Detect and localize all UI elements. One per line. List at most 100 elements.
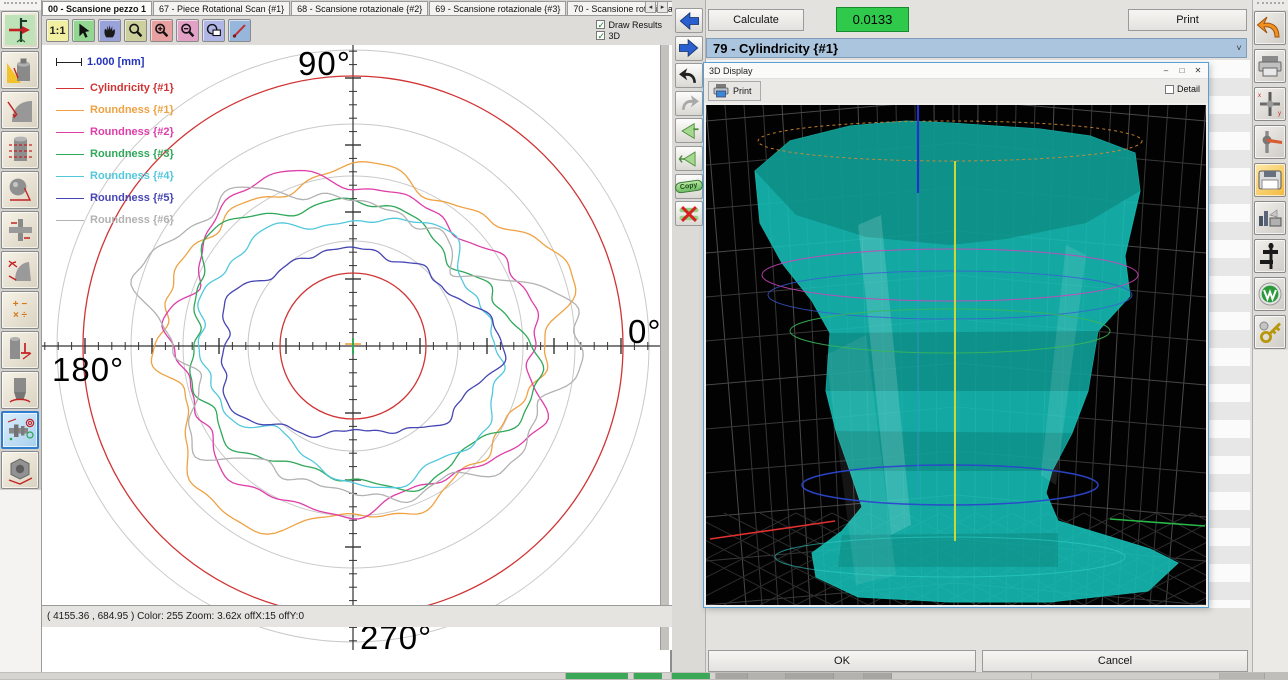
draw-results-label: Draw Results: [608, 20, 662, 30]
select-cursor-button[interactable]: [72, 19, 95, 42]
sphere-measure-icon[interactable]: [1, 171, 39, 209]
scale-bar-icon: [56, 58, 82, 66]
taskbar-segment[interactable]: [566, 673, 628, 679]
zoom-tool-button[interactable]: [124, 19, 147, 42]
tab-scan-3[interactable]: 69 - Scansione rotazionale {#3}: [429, 1, 566, 15]
nut-feature-icon[interactable]: [1, 451, 39, 489]
chevron-down-icon[interactable]: ˅: [1232, 43, 1246, 53]
status-text: ( 4155.36 , 684.95 ) Color: 255 Zoom: 3.…: [47, 611, 304, 622]
column-clamp-icon[interactable]: [1254, 239, 1286, 273]
perpendicularity-icon[interactable]: [1, 331, 39, 369]
maximize-icon[interactable]: □: [1175, 65, 1189, 77]
zoom-1to1-button[interactable]: 1:1: [46, 19, 69, 42]
zoom-in-button[interactable]: [150, 19, 173, 42]
legend-color-swatch: [56, 220, 84, 221]
license-key-icon[interactable]: [1254, 315, 1286, 349]
tab-scan-0[interactable]: 00 - Scansione pezzo 1: [42, 1, 152, 15]
line-profile-button[interactable]: [228, 19, 251, 42]
taskbar-segment[interactable]: [748, 673, 786, 679]
play-back-icon[interactable]: [675, 118, 703, 143]
taper-measure-icon[interactable]: [1, 371, 39, 409]
minimize-icon[interactable]: –: [1159, 65, 1173, 77]
dialog-titlebar[interactable]: 3D Display – □ ✕: [704, 63, 1208, 79]
measurement-selector[interactable]: 79 - Cylindricity {#1} ˅: [706, 38, 1247, 58]
cylinder-scan-icon[interactable]: [1, 131, 39, 169]
detail-option: . Detail: [1165, 84, 1200, 94]
angle-label-90: 90°: [298, 45, 351, 83]
dialog-print-button[interactable]: Print: [708, 81, 761, 101]
printer-icon: [713, 84, 729, 98]
copy-label: Copy: [675, 179, 704, 194]
taskbar-segment[interactable]: [0, 673, 566, 679]
taskbar-segment[interactable]: [1032, 673, 1220, 679]
zoom-region-button[interactable]: [202, 19, 225, 42]
plot-legend: 1.000 [mm] Cylindricity {#1} Roundness {#…: [56, 55, 174, 231]
status-bar: ( 4155.36 , 684.95 ) Color: 255 Zoom: 3.…: [42, 605, 672, 627]
legend-item-6: Roundness {#6}: [56, 209, 174, 231]
plot-panel: 00 - Scansione pezzo 167 - Piece Rotatio…: [42, 0, 672, 672]
copy-icon[interactable]: Copy: [675, 174, 703, 199]
tab-scan-1[interactable]: 67 - Piece Rotational Scan {#1}: [153, 1, 290, 15]
probe-tool-icon[interactable]: [1, 11, 39, 49]
3d-display-dialog: 3D Display – □ ✕ Print . Detail: [703, 62, 1209, 608]
3d-viewport[interactable]: [706, 105, 1206, 605]
taskbar-segment[interactable]: [672, 673, 710, 679]
print-report-icon[interactable]: [1254, 49, 1286, 83]
zoom-out-button[interactable]: [176, 19, 199, 42]
roundness-cylindricity-icon[interactable]: [1, 411, 39, 449]
legend-item-label: Cylindricity {#1}: [90, 82, 174, 94]
taskbar-segment[interactable]: [892, 673, 1032, 679]
angle-label-180: 180°: [52, 351, 124, 389]
application-window: + − × ÷ 00 - Scansione pezzo 167 - Piece…: [0, 0, 1288, 680]
profile-measure-icon[interactable]: [1, 91, 39, 129]
taskbar-segment[interactable]: [864, 673, 892, 679]
math-functions-icon[interactable]: + − × ÷: [1, 291, 39, 329]
nav-back-icon[interactable]: [675, 8, 703, 33]
legend-color-swatch: [56, 176, 84, 177]
taskbar-segment[interactable]: [1220, 673, 1265, 679]
polar-plot-area[interactable]: 1.000 [mm] Cylindricity {#1} Roundness {#…: [42, 45, 672, 650]
taskbar-segment[interactable]: [786, 673, 834, 679]
tab-scan-2[interactable]: 68 - Scansione rotazionale {#2}: [291, 1, 428, 15]
legend-item-0: Cylindricity {#1}: [56, 77, 174, 99]
legend-color-swatch: [56, 198, 84, 199]
probe-axes-icon[interactable]: xy: [1254, 87, 1286, 121]
angle-measure-icon[interactable]: [1, 251, 39, 289]
angle-label-0: 0°: [628, 313, 662, 351]
legend-item-label: Roundness {#6}: [90, 214, 174, 226]
cancel-button[interactable]: Cancel: [982, 650, 1248, 672]
delete-icon[interactable]: [675, 201, 703, 226]
right-toolbox-rail: xy: [1252, 0, 1288, 672]
save-icon[interactable]: [1254, 163, 1286, 197]
brand-logo-icon[interactable]: [1254, 277, 1286, 311]
legend-item-label: Roundness {#3}: [90, 148, 174, 160]
detail-checkbox[interactable]: .: [1165, 85, 1174, 94]
redo-icon[interactable]: [675, 91, 703, 116]
play-back-step-icon[interactable]: [675, 146, 703, 171]
cross-section-icon[interactable]: [1, 211, 39, 249]
calculate-button[interactable]: Calculate: [708, 9, 804, 31]
undo-icon[interactable]: [675, 63, 703, 88]
nav-forward-icon[interactable]: [675, 36, 703, 61]
tab-scroll-right-icon[interactable]: ▸: [657, 1, 668, 13]
scale-bar: 1.000 [mm]: [56, 55, 174, 69]
plot-vertical-scrollbar[interactable]: [660, 45, 669, 650]
print-button[interactable]: Print: [1128, 9, 1247, 31]
3d-checkbox[interactable]: ✓: [596, 31, 605, 40]
taskbar-segment[interactable]: [662, 673, 672, 679]
chart-print-icon[interactable]: [1254, 201, 1286, 235]
taskbar-segment[interactable]: [634, 673, 662, 679]
taskbar-segment[interactable]: [834, 673, 864, 679]
return-icon[interactable]: [1254, 11, 1286, 45]
ok-button[interactable]: OK: [708, 650, 976, 672]
detail-label: Detail: [1177, 84, 1200, 94]
results-panel: Calculate 0.0133 Print 79 - Cylindricity…: [706, 0, 1252, 672]
pan-hand-button[interactable]: [98, 19, 121, 42]
tab-scroll-left-icon[interactable]: ◂: [645, 1, 656, 13]
draw-results-checkbox[interactable]: ✓: [596, 20, 605, 29]
taskbar-segment[interactable]: [716, 673, 748, 679]
part-reference-icon[interactable]: [1, 51, 39, 89]
probe-arm-icon[interactable]: [1254, 125, 1286, 159]
legend-color-swatch: [56, 154, 84, 155]
close-icon[interactable]: ✕: [1191, 65, 1205, 77]
